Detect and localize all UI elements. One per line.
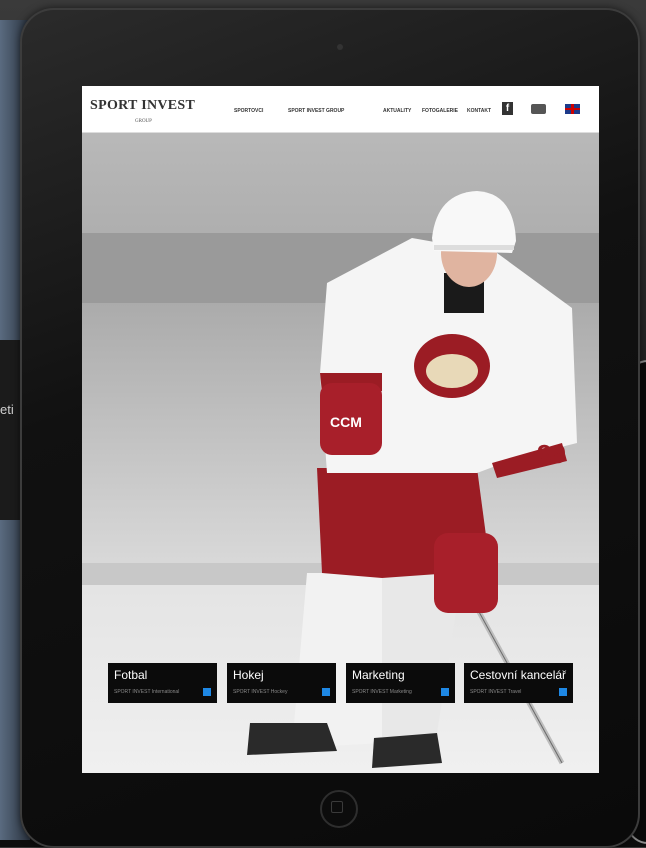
front-camera <box>337 44 343 50</box>
hero-image: CCM 39 Fotbal SPORT INVEST International… <box>82 133 599 773</box>
nav-sport-invest-group[interactable]: SPORT INVEST GROUP <box>288 108 344 114</box>
arrow-icon <box>559 688 567 696</box>
nav-kontakt[interactable]: KONTAKT <box>467 108 491 114</box>
arrow-icon <box>203 688 211 696</box>
nav-sportovci[interactable]: SPORTOVCI <box>234 108 263 114</box>
background-fragment-text: eti <box>0 402 14 417</box>
logo-subtext: GROUP <box>135 119 152 124</box>
facebook-icon[interactable]: f <box>502 102 513 115</box>
background-device-strip <box>0 340 22 520</box>
uk-flag-icon[interactable] <box>565 104 580 114</box>
tile-subtitle: SPORT INVEST International <box>114 689 180 695</box>
tile-subtitle: SPORT INVEST Hockey <box>233 689 288 695</box>
nav-fotogalerie[interactable]: FOTOGALERIE <box>422 108 458 114</box>
tile-title: Cestovní kancelář <box>470 668 567 682</box>
arrow-icon <box>322 688 330 696</box>
tile-subtitle: SPORT INVEST Marketing <box>352 689 412 695</box>
site-header: SPORT INVEST GROUP SPORTOVCI SPORT INVES… <box>82 86 599 133</box>
tile-hokej[interactable]: Hokej SPORT INVEST Hockey <box>227 663 336 703</box>
arrow-icon <box>441 688 449 696</box>
tile-marketing[interactable]: Marketing SPORT INVEST Marketing <box>346 663 455 703</box>
jersey-number: 39 <box>537 439 566 469</box>
home-square-icon <box>331 801 343 813</box>
tile-title: Fotbal <box>114 668 148 682</box>
site-logo[interactable]: SPORT INVEST <box>90 98 195 114</box>
nav-aktuality[interactable]: AKTUALITY <box>383 108 411 114</box>
logo-text: SPORT INVEST <box>90 98 196 113</box>
tile-fotbal[interactable]: Fotbal SPORT INVEST International <box>108 663 217 703</box>
tile-title: Marketing <box>352 668 405 682</box>
jersey-brand-text: CCM <box>330 414 362 430</box>
tile-title: Hokej <box>233 668 264 682</box>
tile-subtitle: SPORT INVEST Travel <box>470 689 522 695</box>
tablet-screen: SPORT INVEST GROUP SPORTOVCI SPORT INVES… <box>82 86 599 773</box>
tile-cestovni-kancelar[interactable]: Cestovní kancelář SPORT INVEST Travel <box>464 663 573 703</box>
message-icon[interactable] <box>531 104 546 114</box>
